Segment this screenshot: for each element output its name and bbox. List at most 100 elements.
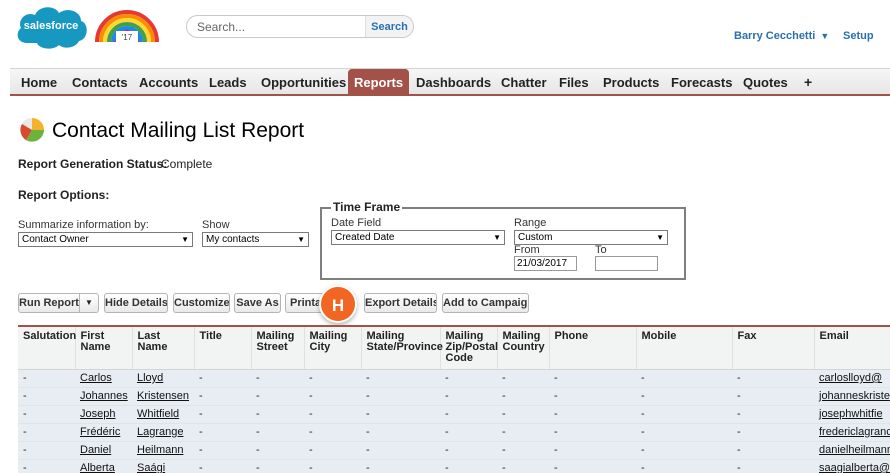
tab-dashboards[interactable]: Dashboards [410, 69, 497, 95]
search-box: Search [186, 15, 414, 38]
tab-chatter[interactable]: Chatter [495, 69, 553, 95]
table-cell: - [440, 405, 497, 424]
table-row: - Carlos Lloyd - - - - - - - - - carloslloyd@ [18, 369, 890, 388]
save-as-button[interactable]: Save As [234, 293, 281, 313]
status-label: Report Generation Status: [18, 157, 168, 171]
table-cell[interactable]: Heilmann [132, 441, 194, 460]
run-report-menu-icon[interactable]: ▼ [79, 293, 99, 313]
table-cell: - [194, 405, 251, 424]
table-cell[interactable]: josephwhitfie [814, 405, 890, 424]
setup-link[interactable]: Setup [843, 30, 874, 42]
table-header-row: Salutation First Name Last Name Title Mailin… [18, 327, 890, 370]
table-cell: - [194, 369, 251, 388]
salesforce-logo[interactable]: salesforce [15, 3, 89, 51]
status-value: Complete [161, 157, 213, 171]
timeframe-legend: Time Frame [331, 200, 403, 214]
add-tab-icon[interactable]: + [798, 69, 818, 95]
column-header[interactable]: Last Name [132, 327, 195, 370]
from-date-input[interactable]: 21/03/2017 [514, 256, 577, 271]
range-select[interactable]: Custom ▼ [514, 230, 668, 245]
column-header[interactable]: Fax [732, 327, 815, 370]
table-cell: - [636, 387, 732, 406]
table-cell: - [549, 459, 636, 473]
table-cell: - [18, 405, 75, 424]
show-select[interactable]: My contacts ▼ [202, 232, 309, 247]
column-header[interactable]: Mailing Country [497, 327, 550, 370]
tab-files[interactable]: Files [553, 69, 595, 95]
search-input[interactable] [187, 16, 367, 37]
table-row: - Alberta Saági - - - - - - - - - saagialberta@ [18, 459, 890, 473]
table-row: - Frédéric Lagrange - - - - - - - - - fredericlagran… [18, 423, 890, 442]
column-header[interactable]: First Name [75, 327, 133, 370]
table-cell[interactable]: Lloyd [132, 369, 194, 388]
user-name: Barry Cecchetti [734, 30, 816, 42]
hide-details-button[interactable]: Hide Details [104, 293, 168, 313]
table-cell[interactable]: Frédéric [75, 423, 132, 442]
table-cell[interactable]: carloslloyd@ [814, 369, 890, 388]
tab-products[interactable]: Products [597, 69, 665, 95]
table-cell[interactable]: Kristensen [132, 387, 194, 406]
table-cell[interactable]: fredericlagranc [814, 423, 890, 442]
tab-accounts[interactable]: Accounts [133, 69, 204, 95]
column-header[interactable]: Email [814, 327, 890, 370]
table-cell: - [251, 405, 304, 424]
column-header[interactable]: Phone [549, 327, 637, 370]
column-header[interactable]: Mailing State/Province [361, 327, 443, 370]
table-cell[interactable]: Lagrange [132, 423, 194, 442]
table-cell: - [549, 405, 636, 424]
table-cell[interactable]: johanneskriste [814, 387, 890, 406]
tab-forecasts[interactable]: Forecasts [665, 69, 738, 95]
add-to-campaign-button[interactable]: Add to Campaign [442, 293, 529, 313]
column-header[interactable]: Mobile [636, 327, 733, 370]
table-cell: - [440, 387, 497, 406]
table-cell: - [497, 387, 549, 406]
table-cell[interactable]: danielheilmann [814, 441, 890, 460]
table-cell[interactable]: Carlos [75, 369, 132, 388]
table-cell[interactable]: Alberta [75, 459, 132, 473]
customize-button[interactable]: Customize [173, 293, 230, 313]
report-table: Salutation First Name Last Name Title Mailin… [18, 325, 890, 473]
table-cell: - [549, 369, 636, 388]
tab-quotes[interactable]: Quotes [737, 69, 794, 95]
user-menu[interactable]: Barry Cecchetti ▼ [734, 30, 829, 42]
table-cell: - [440, 423, 497, 442]
show-label: Show [202, 219, 230, 231]
table-cell: - [304, 369, 361, 388]
table-cell[interactable]: saagialberta@ [814, 459, 890, 473]
column-header[interactable]: Salutation [18, 327, 76, 370]
table-cell: - [251, 423, 304, 442]
date-field-select[interactable]: Created Date ▼ [331, 230, 505, 245]
table-row: - Johannes Kristensen - - - - - - - - - johanneskris… [18, 387, 890, 406]
summarize-select[interactable]: Contact Owner ▼ [18, 232, 193, 247]
table-cell: - [18, 369, 75, 388]
header: salesforce '17 Search Barry Cecchetti ▼ S… [0, 0, 890, 68]
column-header[interactable]: Mailing Street [251, 327, 305, 370]
table-cell[interactable]: Whitfield [132, 405, 194, 424]
table-cell: - [497, 459, 549, 473]
table-cell[interactable]: Joseph [75, 405, 132, 424]
table-cell[interactable]: Saági [132, 459, 194, 473]
tab-opportunities[interactable]: Opportunities [255, 69, 352, 95]
column-header[interactable]: Title [194, 327, 252, 370]
date-field-label: Date Field [331, 217, 382, 229]
tab-reports[interactable]: Reports [348, 69, 410, 95]
table-cell[interactable]: Johannes [75, 387, 132, 406]
dropdown-arrow-icon: ▼ [493, 233, 501, 242]
table-cell: - [636, 459, 732, 473]
dropdown-arrow-icon: ▼ [656, 233, 664, 242]
from-label: From [514, 244, 540, 256]
search-button[interactable]: Search [365, 16, 413, 37]
to-date-input[interactable] [595, 256, 658, 271]
export-details-button[interactable]: Export Details [364, 293, 437, 313]
tab-home[interactable]: Home [15, 69, 63, 95]
run-report-button[interactable]: Run Report [18, 293, 80, 313]
table-cell[interactable]: Daniel [75, 441, 132, 460]
table-cell: - [636, 369, 732, 388]
column-header[interactable]: Mailing City [304, 327, 362, 370]
table-cell: - [304, 423, 361, 442]
column-header[interactable]: Mailing Zip/Postal Code [440, 327, 498, 370]
rainbow-badge-icon: '17 [95, 10, 159, 42]
tab-leads[interactable]: Leads [203, 69, 253, 95]
table-cell: - [194, 459, 251, 473]
tab-contacts[interactable]: Contacts [66, 69, 134, 95]
